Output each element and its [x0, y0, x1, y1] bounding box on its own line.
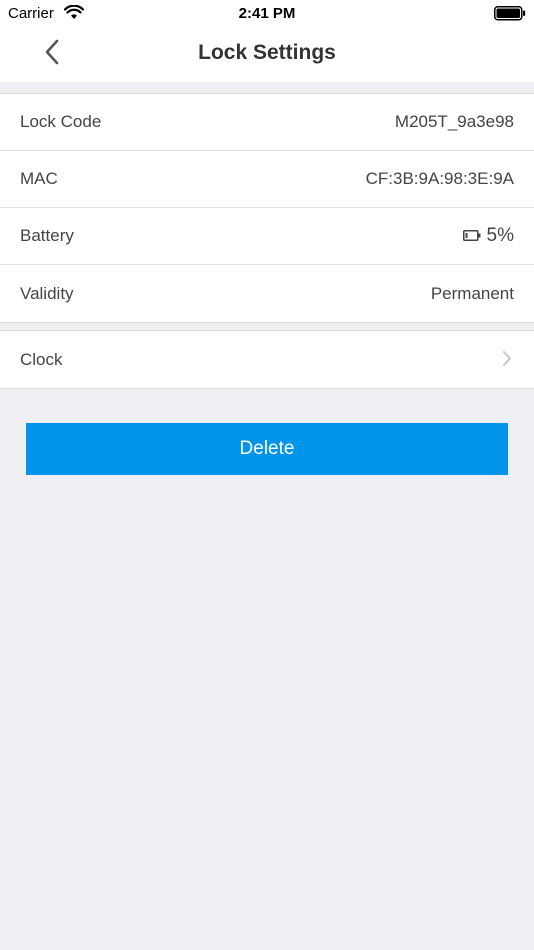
page-title: Lock Settings — [198, 41, 336, 64]
validity-label: Validity — [20, 283, 74, 303]
battery-row: Battery 5% — [0, 208, 534, 265]
battery-low-icon — [462, 226, 481, 246]
battery-value-group: 5% — [462, 225, 514, 247]
lock-code-value: M205T_9a3e98 — [394, 112, 514, 131]
validity-value: Permanent — [430, 283, 514, 303]
mac-label: MAC — [20, 169, 58, 188]
clock-row[interactable]: Clock — [0, 331, 534, 388]
lock-info-group: Lock Code M205T_9a3e98 MAC CF:3B:9A:98:3… — [0, 93, 534, 323]
delete-button[interactable]: Delete — [26, 423, 508, 475]
battery-value: 5% — [486, 225, 514, 246]
mac-value: CF:3B:9A:98:3E:9A — [365, 169, 514, 188]
navigation-bar: Lock Settings — [0, 28, 534, 82]
chevron-right-icon — [502, 350, 512, 372]
battery-full-icon — [494, 6, 526, 26]
status-time: 2:41 PM — [238, 5, 296, 22]
mac-row: MAC CF:3B:9A:98:3E:9A — [0, 151, 534, 208]
status-bar: Carrier 2:41 PM — [0, 0, 534, 28]
clock-group: Clock — [0, 330, 534, 389]
battery-label: Battery — [20, 226, 74, 245]
lock-code-row: Lock Code M205T_9a3e98 — [0, 94, 534, 151]
validity-row: Validity Permanent — [0, 265, 534, 322]
lock-code-label: Lock Code — [20, 112, 102, 131]
clock-label: Clock — [20, 349, 63, 369]
